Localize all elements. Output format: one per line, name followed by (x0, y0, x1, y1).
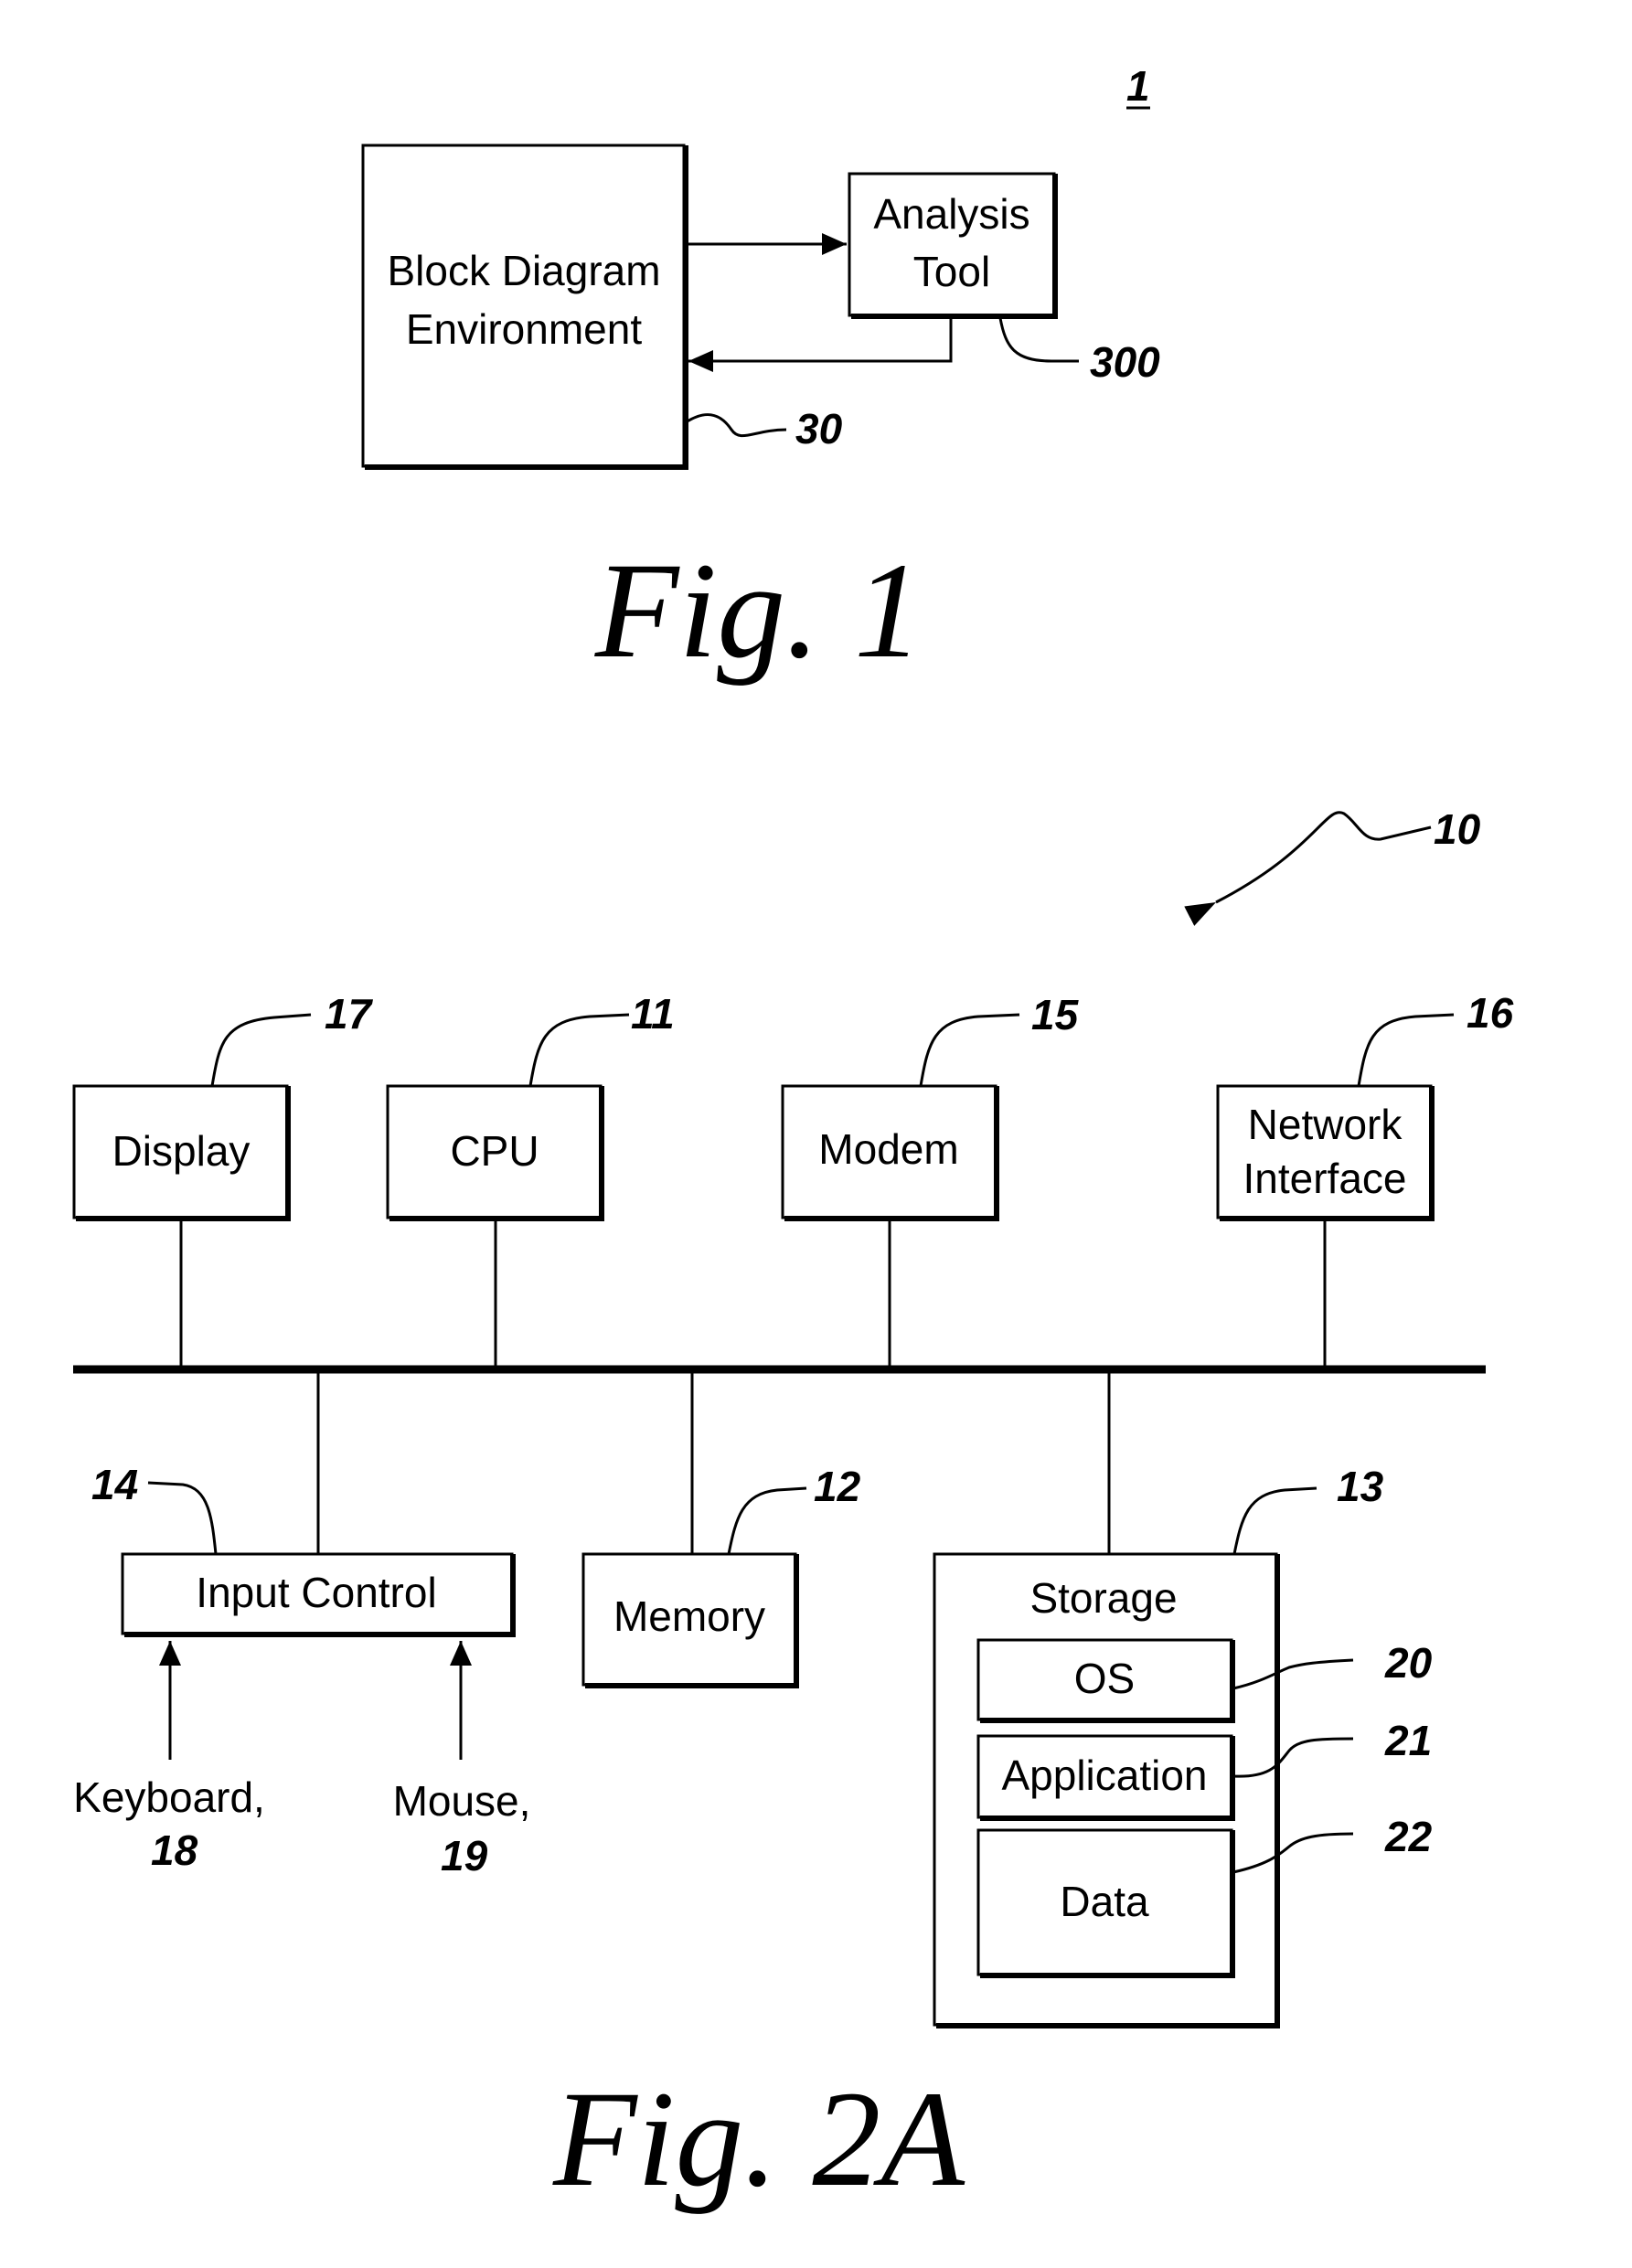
leader-line-14 (147, 1481, 218, 1555)
cpu-box: CPU (386, 1084, 604, 1221)
patent-drawing: 1 Block Diagram Environment 30 Analysis … (72, 62, 1514, 2215)
ref-label-17: 17 (325, 990, 374, 1038)
ref-label-13: 13 (1337, 1463, 1384, 1510)
cpu-label: CPU (450, 1127, 539, 1175)
ref-label-18: 18 (151, 1826, 198, 1874)
storage-label: Storage (1029, 1574, 1177, 1622)
leader-line-12 (727, 1486, 807, 1555)
arrow-to-block-diagram (688, 318, 953, 372)
os-label: OS (1074, 1655, 1135, 1702)
input-control-box: Input Control (121, 1552, 516, 1637)
leader-line-15 (919, 1013, 1020, 1087)
modem-label: Modem (818, 1125, 958, 1173)
block-diagram-label-line1: Block Diagram (387, 247, 660, 294)
analysis-tool-box: Analysis Tool (848, 172, 1058, 319)
ref-label-16: 16 (1467, 989, 1514, 1037)
application-label: Application (1001, 1752, 1207, 1799)
ref-label-20: 20 (1384, 1639, 1433, 1687)
os-box: OS (976, 1638, 1235, 1723)
leader-line-11 (528, 1013, 630, 1087)
network-interface-label-line2: Interface (1243, 1155, 1407, 1202)
ref-label-21: 21 (1384, 1717, 1432, 1764)
modem-box: Modem (781, 1084, 999, 1221)
analysis-tool-label-line1: Analysis (873, 190, 1029, 238)
figure-2a-caption: Fig. 2A (552, 2063, 965, 2215)
leader-line-16 (1357, 1013, 1455, 1087)
network-interface-label-line1: Network (1248, 1101, 1403, 1148)
ref-label-19: 19 (441, 1832, 488, 1879)
figure-1: 1 Block Diagram Environment 30 Analysis … (361, 62, 1160, 687)
memory-label: Memory (613, 1592, 765, 1640)
ref-label-14: 14 (91, 1461, 138, 1508)
leader-line-300 (998, 317, 1079, 363)
data-label: Data (1060, 1878, 1149, 1925)
keyboard-label: Keyboard, (73, 1773, 265, 1821)
ref-label-30: 30 (795, 405, 843, 453)
network-interface-box: Network Interface (1216, 1084, 1435, 1221)
block-diagram-label-line2: Environment (406, 305, 642, 353)
figure-1-ref-number: 1 (1126, 62, 1150, 110)
leader-line-30 (685, 413, 787, 438)
ref-label-22: 22 (1384, 1813, 1433, 1860)
ref-label-300: 300 (1090, 338, 1160, 386)
leader-line-17 (210, 1013, 312, 1087)
display-label: Display (112, 1127, 251, 1175)
figure-2a: 10 Display 17 CPU 11 Modem 15 Network In… (72, 805, 1514, 2215)
ref-label-12: 12 (814, 1463, 861, 1510)
figure-1-caption: Fig. 1 (594, 535, 923, 687)
ref-label-11: 11 (631, 990, 675, 1038)
application-box: Application (976, 1734, 1235, 1821)
data-box: Data (976, 1828, 1235, 1978)
analysis-tool-label-line2: Tool (913, 248, 990, 295)
block-diagram-environment-box: Block Diagram Environment (361, 144, 688, 470)
mouse-label: Mouse, (393, 1777, 531, 1825)
ref-label-10: 10 (1434, 805, 1481, 853)
leader-line-13 (1232, 1486, 1317, 1555)
display-box: Display (72, 1084, 291, 1221)
leader-line-10 (1184, 811, 1432, 926)
memory-box: Memory (581, 1552, 799, 1688)
input-control-label: Input Control (196, 1569, 436, 1616)
ref-label-15: 15 (1031, 991, 1080, 1038)
